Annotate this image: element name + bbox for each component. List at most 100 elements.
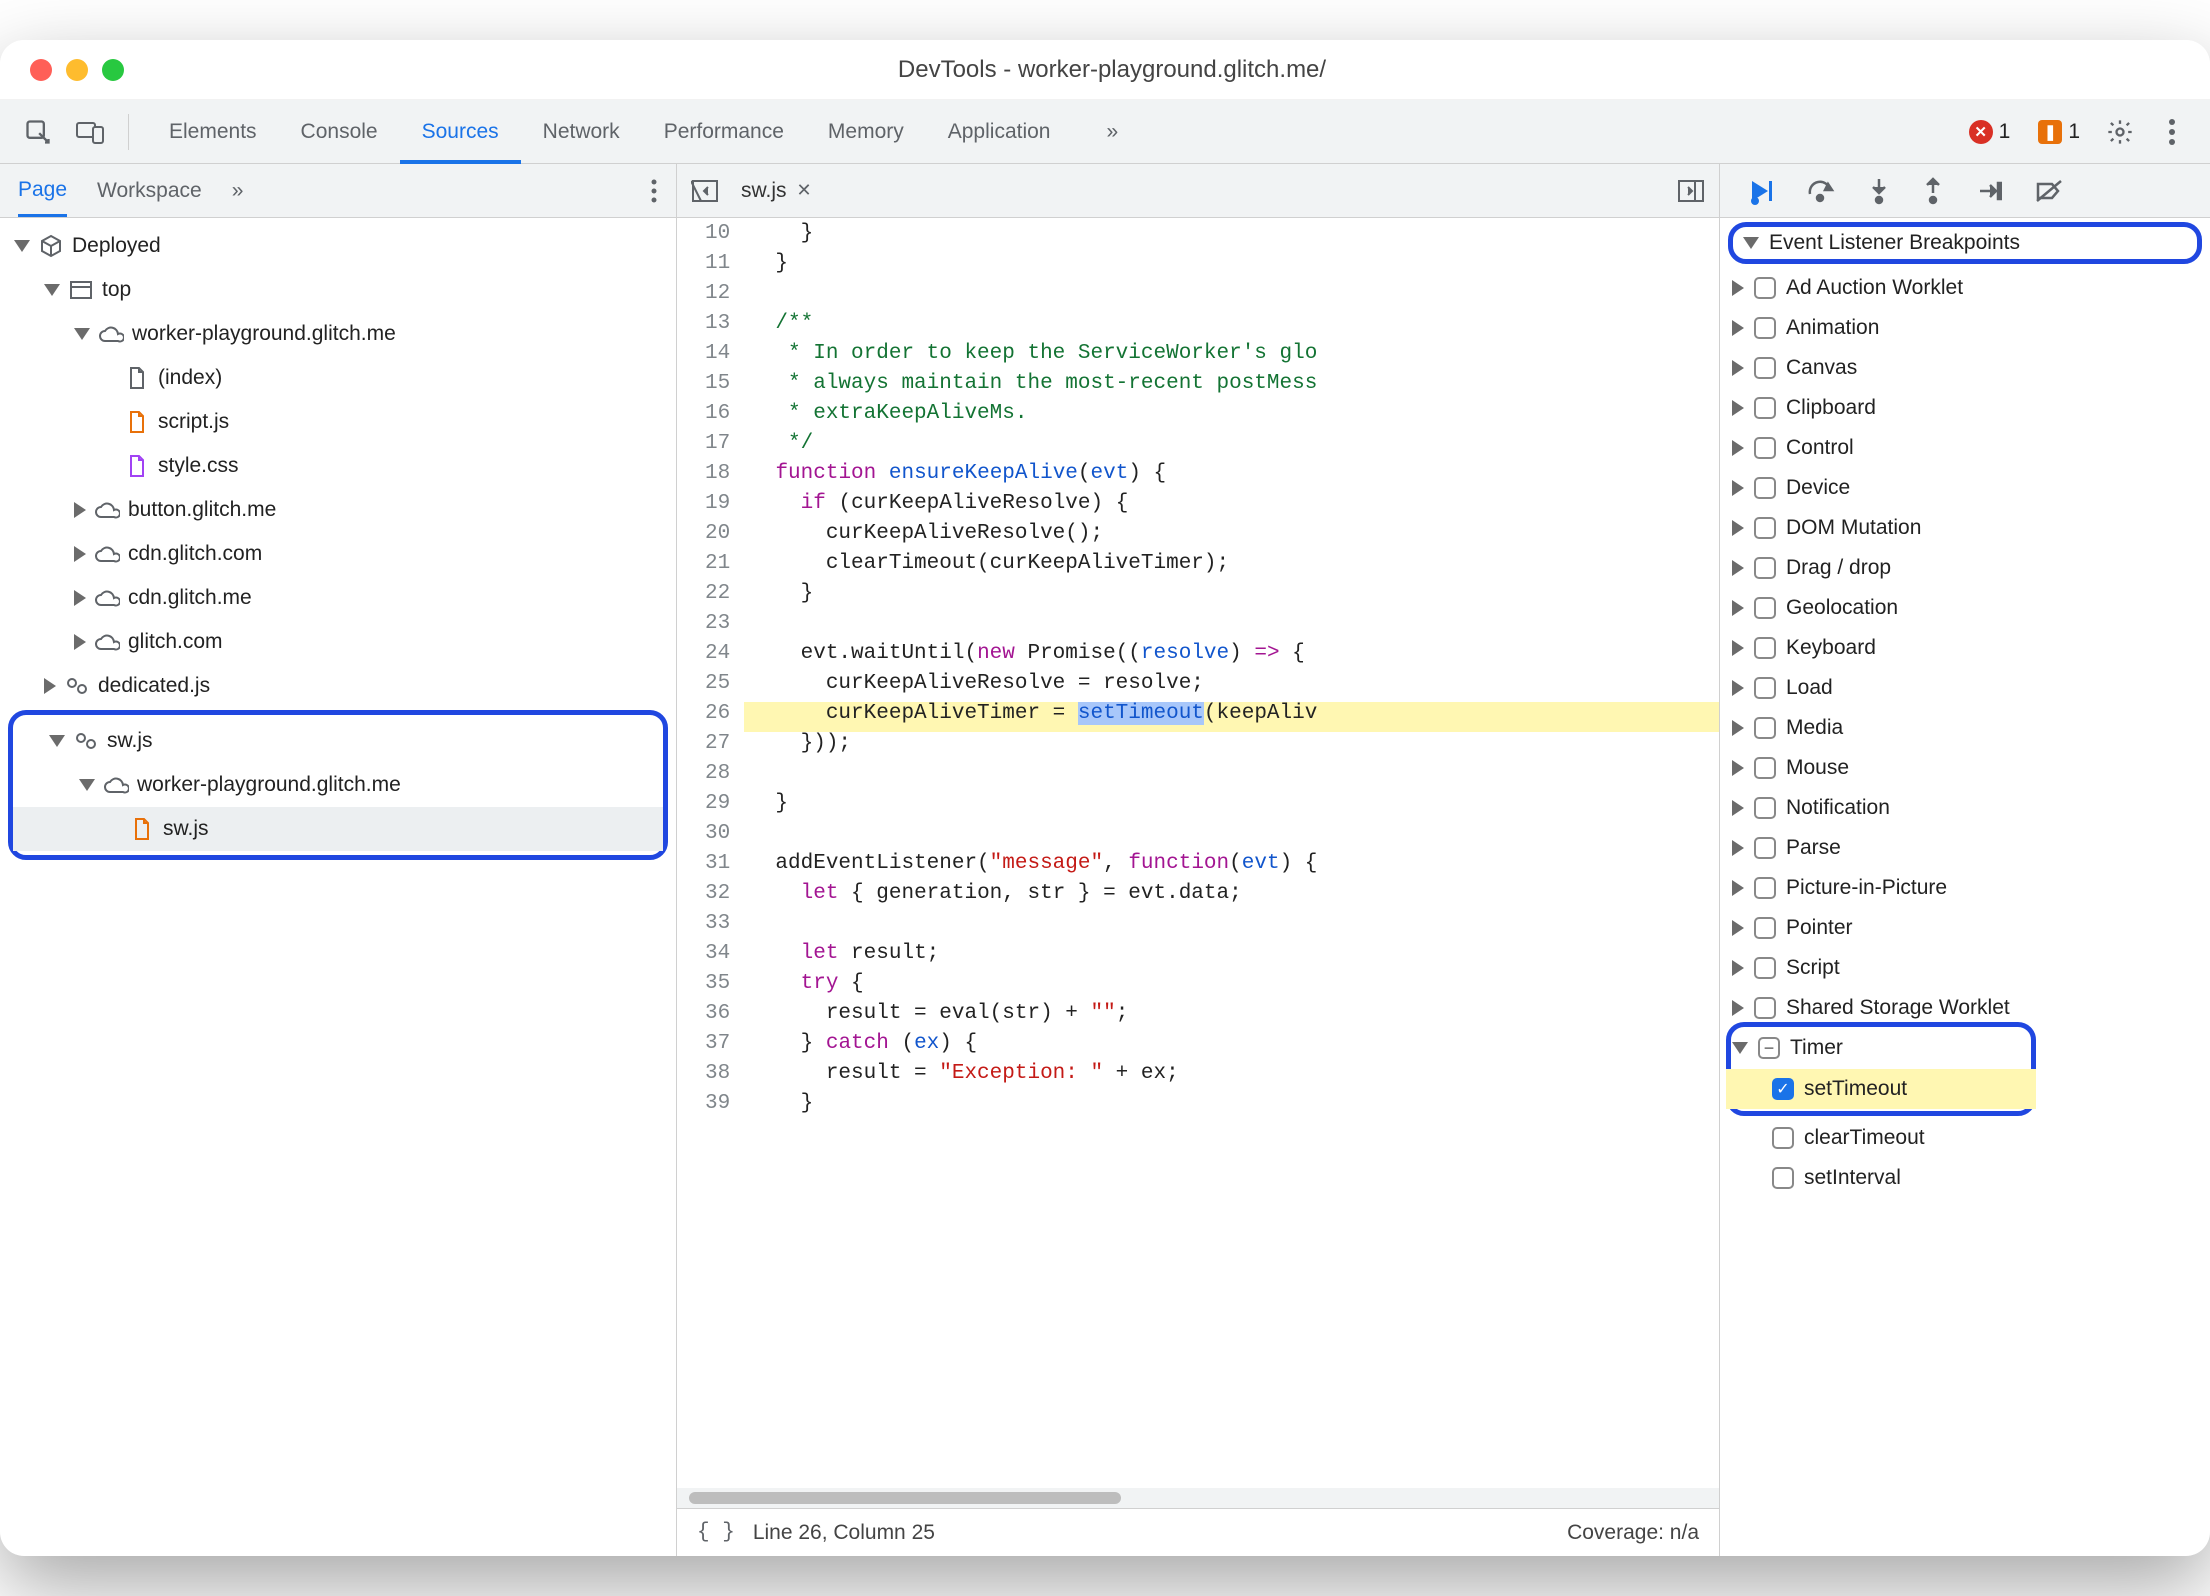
bp-category-mouse[interactable]: Mouse — [1720, 748, 2210, 788]
checkbox-icon[interactable] — [1754, 277, 1776, 299]
event-listener-breakpoints-header[interactable]: Event Listener Breakpoints — [1728, 222, 2202, 264]
checkbox-checked-icon[interactable]: ✓ — [1772, 1078, 1794, 1100]
bp-category-keyboard[interactable]: Keyboard — [1720, 628, 2210, 668]
bp-category-drag-drop[interactable]: Drag / drop — [1720, 548, 2210, 588]
bp-category-animation[interactable]: Animation — [1720, 308, 2210, 348]
step-into-icon[interactable] — [1868, 177, 1890, 205]
bp-category-media[interactable]: Media — [1720, 708, 2210, 748]
checkbox-icon[interactable] — [1754, 917, 1776, 939]
minimize-icon[interactable] — [66, 59, 88, 81]
checkbox-icon[interactable] — [1754, 717, 1776, 739]
error-badge[interactable]: ✕1 — [1969, 120, 2011, 144]
zoom-icon[interactable] — [102, 59, 124, 81]
tree-deployed[interactable]: Deployed — [0, 224, 676, 268]
tree-sw-root[interactable]: sw.js — [13, 719, 663, 763]
checkbox-icon[interactable] — [1754, 357, 1776, 379]
close-tab-icon[interactable]: ✕ — [797, 180, 812, 201]
checkbox-icon[interactable] — [1754, 477, 1776, 499]
checkbox-icon[interactable] — [1754, 637, 1776, 659]
toggle-navigator-icon[interactable] — [691, 179, 719, 203]
bp-category-notification[interactable]: Notification — [1720, 788, 2210, 828]
tree-top[interactable]: top — [0, 268, 676, 312]
sources-navigator: Page Workspace » Deployed top — [0, 164, 676, 1556]
tree-domain-main[interactable]: worker-playground.glitch.me — [0, 312, 676, 356]
bp-category-dom-mutation[interactable]: DOM Mutation — [1720, 508, 2210, 548]
checkbox-icon[interactable] — [1754, 757, 1776, 779]
bp-category-control[interactable]: Control — [1720, 428, 2210, 468]
checkbox-mixed-icon[interactable]: − — [1758, 1037, 1780, 1059]
tab-elements[interactable]: Elements — [147, 100, 279, 164]
step-icon[interactable] — [1976, 178, 2002, 204]
checkbox-icon[interactable] — [1754, 597, 1776, 619]
bp-category-device[interactable]: Device — [1720, 468, 2210, 508]
tree-domain-cdn1[interactable]: cdn.glitch.com — [0, 532, 676, 576]
bp-category-picture-in-picture[interactable]: Picture-in-Picture — [1720, 868, 2210, 908]
checkbox-icon[interactable] — [1754, 877, 1776, 899]
tab-performance[interactable]: Performance — [642, 100, 806, 164]
tree-file-swjs[interactable]: sw.js — [13, 807, 663, 851]
bp-category-pointer[interactable]: Pointer — [1720, 908, 2210, 948]
checkbox-icon[interactable] — [1754, 797, 1776, 819]
tree-file-scriptjs[interactable]: script.js — [0, 400, 676, 444]
code-area[interactable]: } } /** * In order to keep the ServiceWo… — [744, 218, 1719, 1488]
navigator-kebab-icon[interactable] — [650, 179, 658, 203]
tree-domain-button[interactable]: button.glitch.me — [0, 488, 676, 532]
tab-sources[interactable]: Sources — [400, 100, 521, 164]
deactivate-breakpoints-icon[interactable] — [2034, 178, 2064, 204]
checkbox-icon[interactable] — [1754, 957, 1776, 979]
bp-category-script[interactable]: Script — [1720, 948, 2210, 988]
navigator-overflow[interactable]: » — [232, 179, 244, 203]
tree-sw-domain[interactable]: worker-playground.glitch.me — [13, 763, 663, 807]
tab-workspace[interactable]: Workspace — [97, 179, 202, 203]
tree-dedicatedjs[interactable]: dedicated.js — [0, 664, 676, 708]
checkbox-icon[interactable] — [1754, 677, 1776, 699]
horizontal-scrollbar[interactable] — [677, 1488, 1719, 1508]
pretty-print-icon[interactable]: { } — [697, 1521, 735, 1544]
bp-category-parse[interactable]: Parse — [1720, 828, 2210, 868]
tab-memory[interactable]: Memory — [806, 100, 926, 164]
devtools-window: DevTools - worker-playground.glitch.me/ … — [0, 40, 2210, 1556]
step-over-icon[interactable] — [1806, 178, 1836, 204]
bp-cleartimeout[interactable]: clearTimeout — [1720, 1118, 2210, 1158]
checkbox-icon[interactable] — [1754, 837, 1776, 859]
step-out-icon[interactable] — [1922, 177, 1944, 205]
device-toggle-icon[interactable] — [70, 112, 110, 152]
gear-icon[interactable] — [2100, 112, 2140, 152]
checkbox-icon[interactable] — [1772, 1127, 1794, 1149]
document-icon — [129, 816, 155, 842]
tree-domain-cdn2[interactable]: cdn.glitch.me — [0, 576, 676, 620]
checkbox-icon[interactable] — [1754, 997, 1776, 1019]
tree-file-index[interactable]: (index) — [0, 356, 676, 400]
bp-setinterval[interactable]: setInterval — [1720, 1158, 2210, 1198]
tree-domain-glitch[interactable]: glitch.com — [0, 620, 676, 664]
inspect-icon[interactable] — [18, 112, 58, 152]
bp-category-load[interactable]: Load — [1720, 668, 2210, 708]
bp-settimeout[interactable]: setTimeout — [1804, 1077, 1907, 1101]
close-icon[interactable] — [30, 59, 52, 81]
warning-badge[interactable]: ❚1 — [2038, 120, 2080, 144]
checkbox-icon[interactable] — [1754, 437, 1776, 459]
kebab-icon[interactable] — [2152, 112, 2192, 152]
toggle-debugger-icon[interactable] — [1677, 179, 1705, 203]
bp-category-clipboard[interactable]: Clipboard — [1720, 388, 2210, 428]
line-gutter[interactable]: 1011121314151617181920212223242526272829… — [677, 218, 744, 1488]
cloud-icon — [94, 541, 120, 567]
tree-file-stylecss[interactable]: style.css — [0, 444, 676, 488]
bp-category-timer[interactable]: − Timer — [1720, 1028, 2210, 1068]
tab-application[interactable]: Application — [926, 100, 1073, 164]
checkbox-icon[interactable] — [1754, 517, 1776, 539]
tab-console[interactable]: Console — [279, 100, 400, 164]
bp-category-shared-storage-worklet[interactable]: Shared Storage Worklet — [1720, 988, 2210, 1028]
editor-tab-swjs[interactable]: sw.js ✕ — [733, 179, 820, 203]
bp-category-ad-auction-worklet[interactable]: Ad Auction Worklet — [1720, 268, 2210, 308]
tab-network[interactable]: Network — [521, 100, 642, 164]
tabs-overflow[interactable]: » — [1084, 100, 1140, 164]
checkbox-icon[interactable] — [1754, 397, 1776, 419]
checkbox-icon[interactable] — [1754, 317, 1776, 339]
checkbox-icon[interactable] — [1754, 557, 1776, 579]
tab-page[interactable]: Page — [18, 178, 67, 217]
checkbox-icon[interactable] — [1772, 1167, 1794, 1189]
bp-category-canvas[interactable]: Canvas — [1720, 348, 2210, 388]
resume-icon[interactable] — [1748, 178, 1774, 204]
bp-category-geolocation[interactable]: Geolocation — [1720, 588, 2210, 628]
